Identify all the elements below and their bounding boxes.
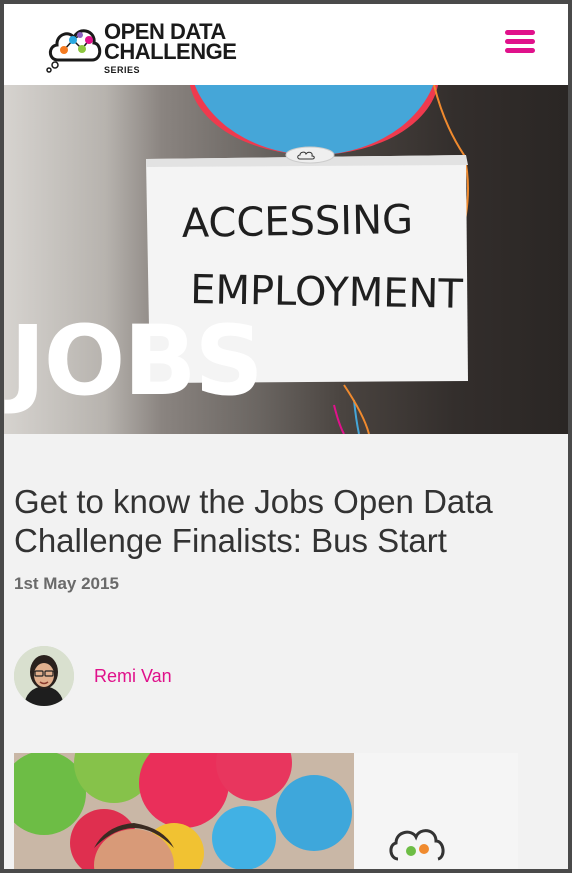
logo-text: OPEN DATA CHALLENGE SERIES: [104, 21, 237, 77]
site-header: OPEN DATA CHALLENGE SERIES: [4, 4, 568, 85]
hero-image: ACCESSING EMPLOYMENT JOBS: [4, 85, 568, 434]
balloons-photo: [14, 753, 518, 869]
site-logo[interactable]: OPEN DATA CHALLENGE SERIES: [44, 16, 264, 76]
logo-subtitle: SERIES: [104, 65, 141, 75]
menu-bar: [505, 30, 535, 35]
hero-title: JOBS: [10, 305, 264, 417]
menu-bar: [505, 48, 535, 53]
article-image: [14, 753, 518, 869]
article-date: 1st May 2015: [14, 574, 119, 593]
cloud-network-logo-icon: [46, 29, 102, 73]
author-link[interactable]: Remi Van: [94, 666, 172, 687]
hamburger-menu-icon[interactable]: [502, 26, 538, 56]
blue-balloon: [194, 85, 434, 155]
menu-bar: [505, 39, 535, 44]
author-avatar[interactable]: [14, 646, 74, 706]
avatar-photo: [14, 646, 74, 706]
article-header: Get to know the Jobs Open Data Challenge…: [14, 482, 494, 594]
sign-text-line-1: ACCESSING: [181, 197, 413, 247]
article-title: Get to know the Jobs Open Data Challenge…: [14, 483, 493, 559]
logo-line-2: CHALLENGE: [104, 39, 237, 64]
author-block: Remi Van: [14, 646, 314, 706]
page-frame: OPEN DATA CHALLENGE SERIES ACCESSING EMP…: [4, 4, 568, 869]
